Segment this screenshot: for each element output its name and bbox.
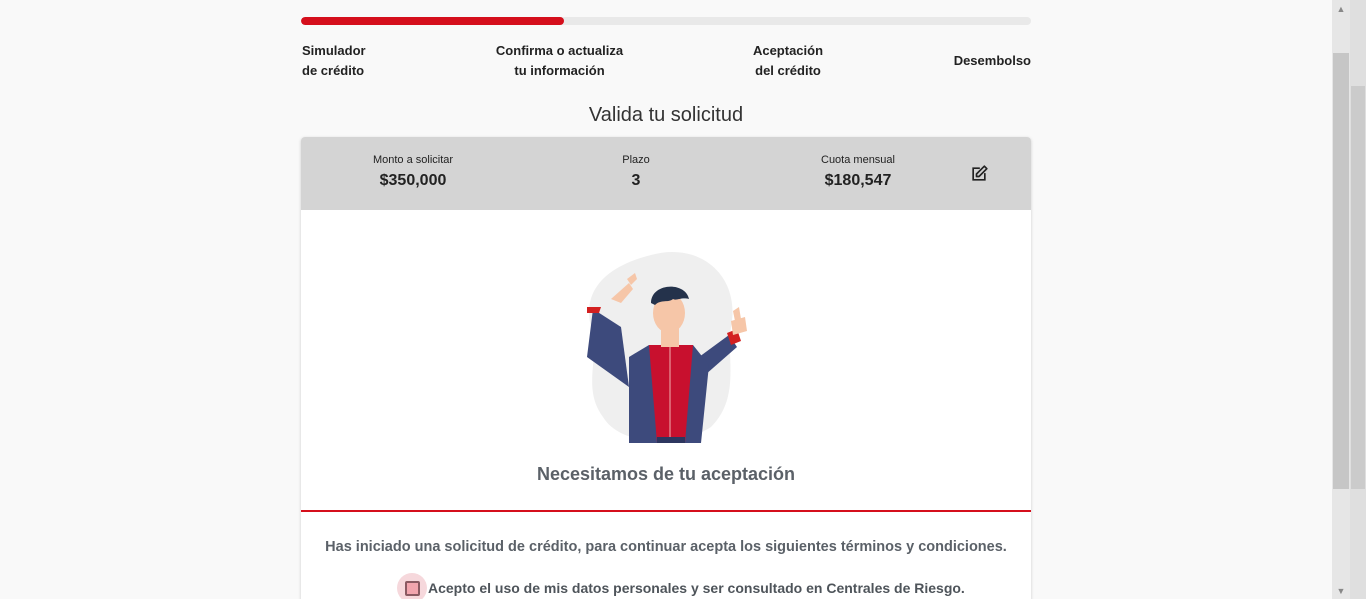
- step-label-line1: Simulador: [302, 43, 366, 58]
- person-thumbs-up-illustration: [587, 251, 747, 443]
- amount-value: $350,000: [379, 172, 447, 189]
- page-scrollbar[interactable]: ▲ ▼: [1332, 0, 1366, 599]
- fee-value: $180,547: [824, 172, 892, 189]
- terms-description: Has iniciado una solicitud de crédito, p…: [325, 539, 1007, 555]
- scrollbar-thumb[interactable]: [1333, 53, 1349, 489]
- progress-bar: [301, 17, 1031, 25]
- scrollbar-track-secondary: [1350, 0, 1366, 599]
- step-label-line2: de crédito: [302, 63, 365, 78]
- acceptance-title: Necesitamos de tu aceptación: [536, 464, 796, 484]
- application-card: Monto a solicitar $350,000 Plazo 3 Cuota…: [301, 137, 1031, 599]
- step-credit-acceptance: Aceptación del crédito: [738, 41, 838, 81]
- summary-term: Plazo 3: [546, 153, 726, 190]
- step-label-line2: del crédito: [755, 63, 821, 78]
- term-label: Plazo: [622, 154, 650, 166]
- edit-button[interactable]: [968, 163, 990, 185]
- summary-amount: Monto a solicitar $350,000: [323, 153, 503, 190]
- term-value: 3: [631, 172, 641, 189]
- credit-summary: Monto a solicitar $350,000 Plazo 3 Cuota…: [301, 137, 1031, 210]
- scroll-down-icon[interactable]: ▼: [1336, 586, 1346, 596]
- step-label-line1: Confirma o actualiza: [495, 43, 624, 58]
- scrollbar-thumb-secondary[interactable]: [1351, 86, 1365, 489]
- summary-fee: Cuota mensual $180,547: [768, 153, 948, 190]
- steps-indicator: Simulador de crédito Confirma o actualiz…: [301, 41, 1031, 83]
- scroll-up-icon[interactable]: ▲: [1336, 4, 1346, 14]
- progress-bar-fill: [301, 17, 564, 25]
- step-disbursement: Desembolso: [954, 51, 1031, 71]
- edit-icon: [972, 165, 988, 181]
- step-label-line1: Aceptación: [752, 43, 824, 58]
- data-consent-label[interactable]: Acepto el uso de mis datos personales y …: [428, 580, 965, 596]
- step-confirm-info: Confirma o actualiza tu información: [492, 41, 627, 81]
- section-divider: [301, 510, 1031, 512]
- checkbox-square: [404, 580, 420, 596]
- step-label-line2: tu información: [514, 63, 605, 78]
- data-consent-row: Acepto el uso de mis datos personales y …: [397, 573, 965, 599]
- amount-label: Monto a solicitar: [372, 154, 454, 166]
- fee-label: Cuota mensual: [821, 154, 895, 166]
- step-label-line1: Desembolso: [953, 53, 1031, 68]
- step-simulator: Simulador de crédito: [302, 41, 366, 81]
- data-consent-checkbox[interactable]: [397, 573, 427, 599]
- page-title: Valida tu solicitud: [588, 104, 744, 126]
